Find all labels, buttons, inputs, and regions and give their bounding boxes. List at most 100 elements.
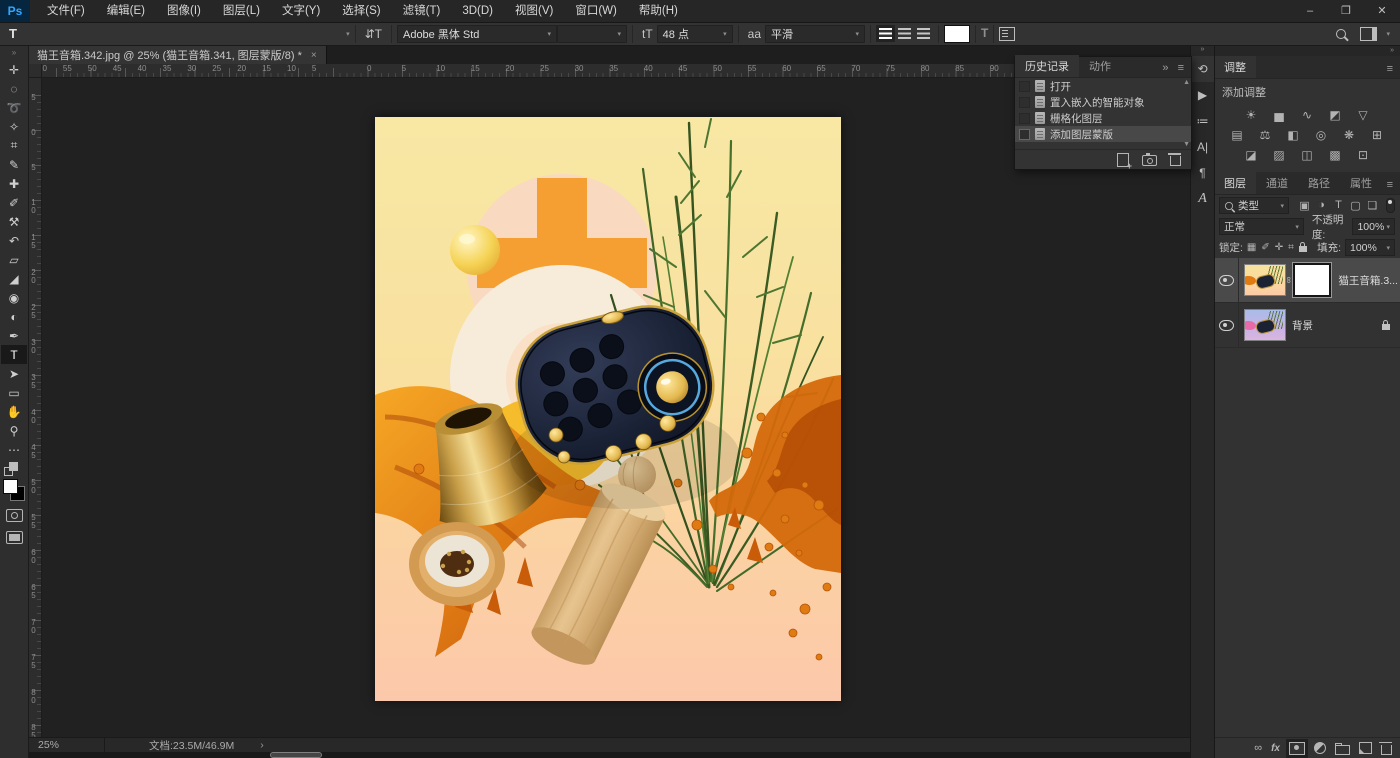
document-tab[interactable]: 猫王音箱.342.jpg @ 25% (猫王音箱.341, 图层蒙版/8) * …	[28, 46, 327, 64]
tab-adjustments[interactable]: 调整	[1214, 56, 1256, 78]
filter-pin-toggle[interactable]	[1386, 198, 1395, 213]
blend-mode-select[interactable]: 正常▾	[1219, 218, 1304, 235]
history-brush-source-well[interactable]	[1019, 113, 1030, 124]
healing-brush-tool[interactable]: ✚	[1, 174, 27, 193]
tab-路径[interactable]: 路径	[1298, 172, 1340, 194]
canvas[interactable]	[375, 117, 841, 701]
mask-link-icon[interactable]: ∞	[1284, 277, 1294, 283]
filter-image-icon[interactable]: ▣	[1297, 199, 1312, 212]
dock-collapse-icon-right[interactable]: »	[1390, 47, 1394, 54]
eraser-tool[interactable]: ▱	[1, 250, 27, 269]
workspace-icon[interactable]	[1360, 27, 1377, 41]
filter-smart-object-icon[interactable]: ❏	[1365, 199, 1380, 212]
warp-text-icon[interactable]: T	[981, 26, 988, 42]
lock-all-icon[interactable]	[1299, 246, 1307, 252]
tab-属性[interactable]: 属性	[1340, 172, 1382, 194]
add-layer-mask-button[interactable]	[1289, 742, 1305, 755]
scrollbar-thumb[interactable]	[271, 753, 321, 757]
layer-row[interactable]: ∞猫王音箱.3...	[1214, 258, 1400, 303]
scroll-down-icon[interactable]: ▼	[1183, 141, 1190, 148]
layer-visibility-eye-icon[interactable]	[1219, 320, 1234, 331]
brush-tool[interactable]: ✐	[1, 193, 27, 212]
hand-tool[interactable]: ✋	[1, 402, 27, 421]
delete-state-button[interactable]	[1170, 153, 1181, 166]
history-brush-tool[interactable]: ↶	[1, 231, 27, 250]
color-lookup-icon[interactable]: ⊞	[1366, 128, 1388, 142]
quick-selection-tool[interactable]: ✧	[1, 117, 27, 136]
anti-alias-select[interactable]: 平滑▾	[765, 25, 865, 43]
status-options-arrow[interactable]: ›	[234, 739, 264, 751]
menu-item-S[interactable]: 选择(S)	[331, 0, 391, 22]
menu-item-L[interactable]: 图层(L)	[212, 0, 271, 22]
layer-mask-thumbnail[interactable]	[1293, 263, 1331, 297]
more-tools[interactable]: ⋯	[1, 440, 27, 459]
glyphs-panel-icon[interactable]: A	[1191, 186, 1214, 212]
new-document-from-state-button[interactable]	[1117, 153, 1129, 167]
history-item[interactable]: 置入嵌入的智能对象	[1015, 94, 1191, 110]
threshold-icon[interactable]: ◫	[1296, 148, 1318, 162]
hue-saturation-icon[interactable]: ▤	[1226, 128, 1248, 142]
history-item[interactable]: 添加图层蒙版	[1015, 126, 1191, 142]
screen-mode-icon[interactable]	[6, 531, 23, 544]
new-layer-button[interactable]	[1359, 742, 1372, 754]
dodge-tool[interactable]: ◐	[1, 307, 27, 326]
layer-thumbnail[interactable]	[1245, 310, 1285, 340]
gradient-map-icon[interactable]: ▩	[1324, 148, 1346, 162]
levels-icon[interactable]: ▅	[1268, 108, 1290, 122]
pen-tool[interactable]: ✒	[1, 326, 27, 345]
adjustment-layer-button[interactable]	[1314, 742, 1326, 754]
menu-item-V[interactable]: 视图(V)	[504, 0, 564, 22]
gradient-tool[interactable]: ◢	[1, 269, 27, 288]
posterize-icon[interactable]: ▨	[1268, 148, 1290, 162]
actions-panel-icon[interactable]: ▶	[1191, 82, 1214, 108]
lasso-tool[interactable]: ➰	[1, 98, 27, 117]
align-right-icon[interactable]	[917, 28, 930, 39]
filter-kind-select[interactable]: 类型 ▾	[1219, 197, 1289, 214]
history-brush-source-well[interactable]	[1019, 81, 1030, 92]
history-brush-source-well[interactable]	[1019, 129, 1030, 140]
lock-paint-icon[interactable]: ✐	[1261, 242, 1269, 253]
tab-图层[interactable]: 图层	[1214, 172, 1256, 194]
tab-close-icon[interactable]: ×	[311, 50, 317, 61]
lock-artboard-icon[interactable]: ⌗	[1288, 242, 1294, 253]
font-style-select[interactable]: ▾	[557, 25, 627, 43]
horizontal-scrollbar[interactable]	[28, 752, 1190, 758]
snapshot-camera-button[interactable]	[1142, 153, 1157, 166]
menu-item-Y[interactable]: 文字(Y)	[271, 0, 331, 22]
font-size-select[interactable]: 48 点▾	[657, 25, 733, 43]
layer-thumbnail[interactable]	[1245, 265, 1285, 295]
close-button[interactable]: ✕	[1364, 0, 1400, 22]
scroll-up-icon[interactable]: ▲	[1183, 79, 1190, 86]
zoom-level-field[interactable]: 25%	[28, 738, 105, 752]
filter-type-icon[interactable]: T	[1331, 199, 1346, 212]
text-color-swatch[interactable]	[944, 25, 970, 43]
tool-preset-icon[interactable]: T	[6, 26, 20, 41]
toolbar-collapse-icon[interactable]: »	[0, 46, 28, 60]
path-selection-tool[interactable]: ➤	[1, 364, 27, 383]
adjustments-menu-icon[interactable]: ≡	[1387, 63, 1400, 78]
menu-item-W[interactable]: 窗口(W)	[564, 0, 628, 22]
layers-menu-icon[interactable]: ≡	[1387, 179, 1400, 194]
panel-collapse-icon[interactable]: »	[1162, 62, 1168, 74]
crop-tool[interactable]: ⌗	[1, 136, 27, 155]
filter-adjustment-icon[interactable]: ◑	[1314, 199, 1329, 212]
menu-item-E[interactable]: 编辑(E)	[96, 0, 156, 22]
text-orientation-icon[interactable]: ⇵T	[361, 27, 386, 41]
layer-style-button[interactable]: fx	[1271, 743, 1280, 754]
fill-select[interactable]: 100%▾	[1345, 239, 1395, 256]
delete-layer-button[interactable]	[1381, 742, 1392, 755]
align-center-icon[interactable]	[898, 28, 911, 39]
swap-colors-icon[interactable]	[4, 462, 24, 476]
eyedropper-tool[interactable]: ✎	[1, 155, 27, 174]
history-panel-icon[interactable]: ⟲	[1191, 56, 1214, 82]
black-white-icon[interactable]: ◧	[1282, 128, 1304, 142]
menu-item-T[interactable]: 滤镜(T)	[392, 0, 452, 22]
left-ruler[interactable]: 50510152025303540455055606570758085	[28, 77, 42, 751]
history-brush-source-well[interactable]	[1019, 97, 1030, 108]
document-area[interactable]	[41, 77, 1190, 737]
menu-item-3DD[interactable]: 3D(D)	[451, 0, 504, 22]
history-item[interactable]: 栅格化图层	[1015, 110, 1191, 126]
shape-tool[interactable]: ▭	[1, 383, 27, 402]
character-panel-icon[interactable]: A|	[1191, 134, 1214, 160]
menu-item-F[interactable]: 文件(F)	[36, 0, 96, 22]
